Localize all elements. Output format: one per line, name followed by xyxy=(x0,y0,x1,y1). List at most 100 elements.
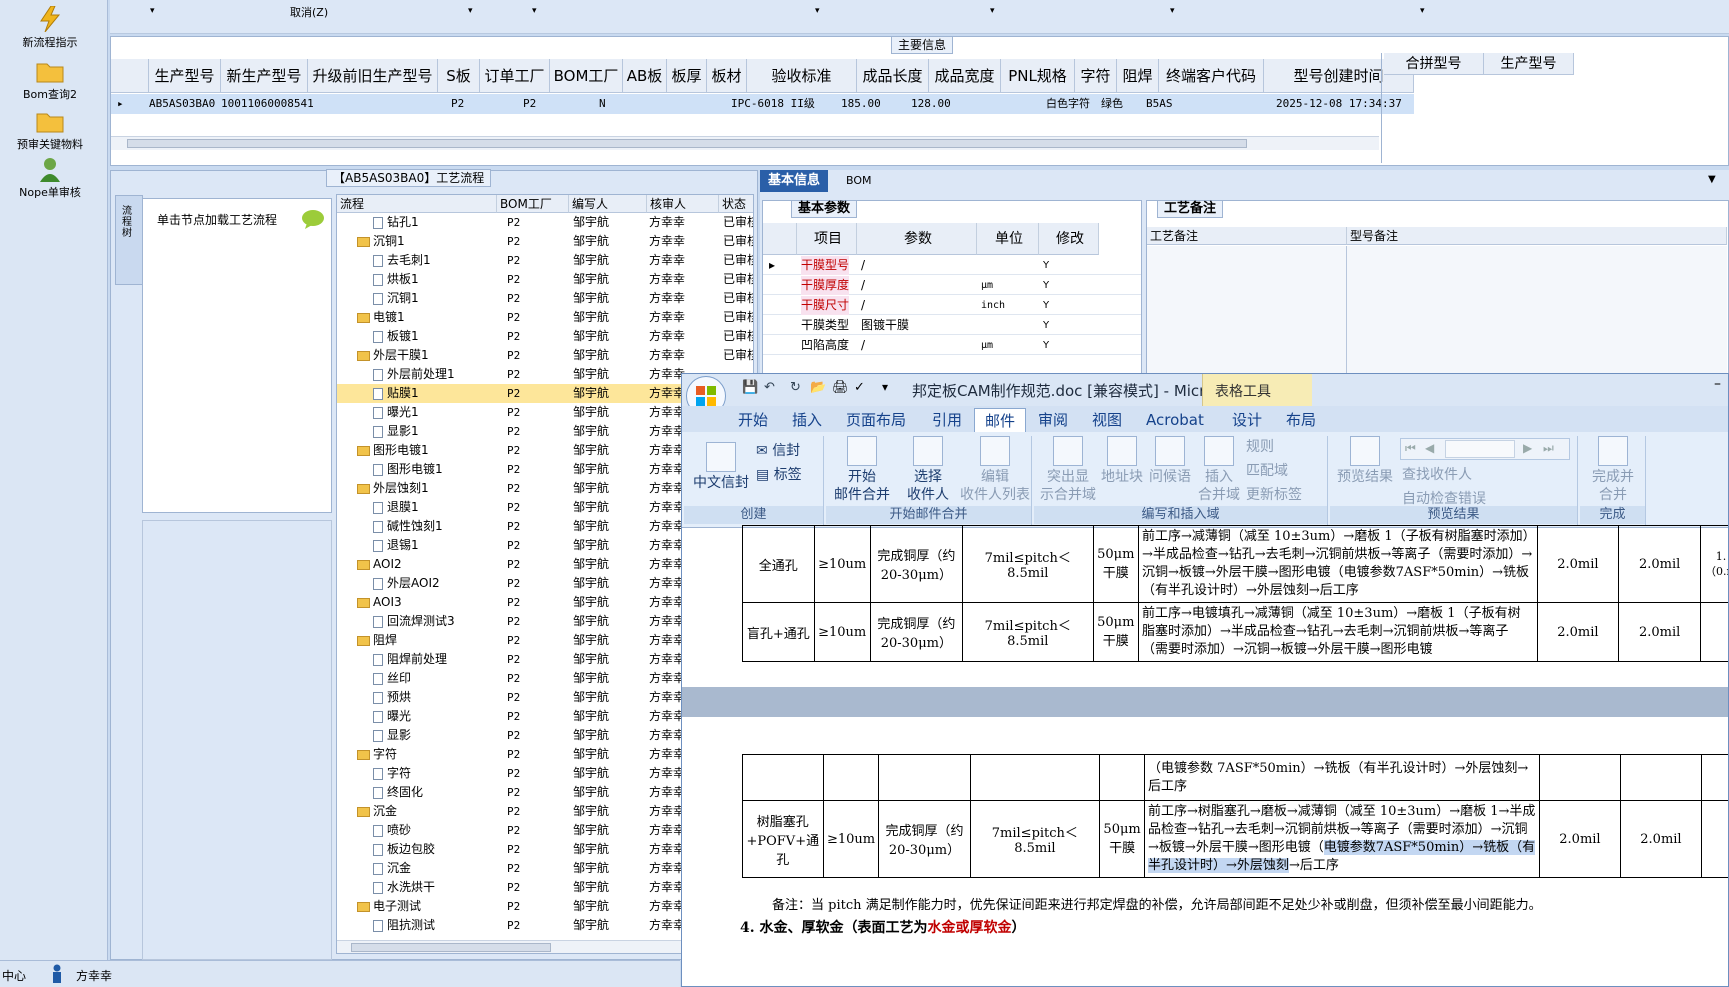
cell-mod[interactable]: Y xyxy=(1043,256,1049,275)
column-header[interactable]: 状态 xyxy=(719,195,753,213)
tree-node-label[interactable]: 图形电镀1 xyxy=(357,441,429,460)
next-record-icon[interactable]: ▶ xyxy=(1523,441,1532,455)
cell-order-factory[interactable]: P2 xyxy=(523,94,536,114)
tab-bom[interactable]: BOM xyxy=(838,170,880,192)
cell-mod[interactable]: Y xyxy=(1043,296,1049,315)
find-recipient-button[interactable]: 查找收件人 xyxy=(1402,466,1472,484)
column-header[interactable]: AB板 xyxy=(623,59,667,93)
tree-node-label[interactable]: 字符 xyxy=(373,764,411,783)
tab-view[interactable]: 视图 xyxy=(1082,408,1132,432)
column-header[interactable]: 合拼型号 xyxy=(1384,53,1484,75)
update-labels-button[interactable]: 更新标签 xyxy=(1246,486,1302,504)
tree-row[interactable]: 电镀1 P2 邹宇航 方幸幸 已审核 xyxy=(337,308,753,327)
doc-heading[interactable]: 4. 水金、厚软金（表面工艺为水金或厚软金） xyxy=(740,917,1690,937)
tree-node-label[interactable]: 显影 xyxy=(373,726,411,745)
chevron-down-icon[interactable]: ▾ xyxy=(1420,6,1425,16)
cell-create-time[interactable]: 2025-12-08 17:34:37 xyxy=(1276,94,1402,114)
table-cell[interactable]: 2.0mil xyxy=(1536,602,1620,662)
tab-basic-info[interactable]: 基本信息 xyxy=(760,170,829,192)
table-cell[interactable]: 2.0mil xyxy=(1619,800,1702,878)
chinese-envelope-button[interactable]: 中文信封 xyxy=(688,442,754,492)
address-block-button[interactable]: 地址块 xyxy=(1098,436,1146,486)
tree-node-label[interactable]: 退膜1 xyxy=(373,498,419,517)
cell-customer-code[interactable]: B5AS xyxy=(1146,94,1173,114)
redo-icon[interactable]: ↻ xyxy=(790,380,801,395)
highlight-fields-button[interactable]: 突出显 示合并域 xyxy=(1038,436,1098,504)
column-header[interactable]: 终端客户代码 xyxy=(1159,59,1264,93)
edit-recipient-list-button[interactable]: 编辑 收件人列表 xyxy=(960,436,1030,504)
tab-references[interactable]: 引用 xyxy=(922,408,972,432)
chevron-down-icon[interactable]: ▾ xyxy=(990,6,995,16)
table-cell[interactable]: 2.0mil xyxy=(1538,800,1621,878)
cell-s-board[interactable]: P2 xyxy=(451,94,464,114)
preview-results-button[interactable]: 预览结果 xyxy=(1334,436,1396,486)
tree-node-label[interactable]: 沉金 xyxy=(357,802,397,821)
tree-node-label[interactable]: 电子测试 xyxy=(357,897,421,916)
table-cell[interactable]: ≥10um xyxy=(813,602,871,662)
record-number-input[interactable] xyxy=(1445,440,1515,458)
undo-icon[interactable]: ↶ xyxy=(764,380,775,395)
save-icon[interactable]: 💾 xyxy=(742,380,758,395)
tree-node-label[interactable]: 钻孔1 xyxy=(373,213,419,232)
chevron-down-icon[interactable]: ▾ xyxy=(815,6,820,16)
cell-item[interactable]: 干膜类型 xyxy=(801,316,849,335)
column-header[interactable]: 新生产型号 xyxy=(221,59,308,93)
model-remark-text[interactable] xyxy=(1347,246,1727,381)
last-record-icon[interactable]: ⏭ xyxy=(1543,441,1554,456)
table-cell[interactable]: 2.0mil xyxy=(1618,602,1702,662)
doc-table-2[interactable]: （电镀参数 7ASF*50min）→铣板（有半孔设计时）→外层蚀刻→后工序 树脂… xyxy=(742,754,1728,878)
column-header[interactable]: 板厚 xyxy=(667,59,707,93)
cell-width[interactable]: 128.00 xyxy=(911,94,951,114)
table-cell[interactable]: 盲孔+通孔 xyxy=(742,602,815,662)
nav-item-prereview[interactable]: 预审关键物料 xyxy=(0,108,100,152)
column-header[interactable]: 项目 xyxy=(797,223,857,255)
tree-node-label[interactable]: 水洗烘干 xyxy=(373,878,435,897)
table-cell[interactable]: 7mil≤pitch＜8.5mil xyxy=(961,525,1094,603)
table-cell[interactable]: 50μm 干膜 xyxy=(1092,602,1139,662)
tab-insert[interactable]: 插入 xyxy=(782,408,832,432)
tree-node-label[interactable]: 外层干膜1 xyxy=(357,346,429,365)
cell-item[interactable]: 干膜厚度 xyxy=(801,276,850,295)
select-recipients-button[interactable]: 选择 收件人 xyxy=(896,436,960,504)
tree-node-label[interactable]: 曝光1 xyxy=(373,403,419,422)
tree-node-label[interactable]: 碱性蚀刻1 xyxy=(373,517,443,536)
labels-button[interactable]: ▤ 标签 xyxy=(756,466,802,484)
tree-node-label[interactable]: 丝印 xyxy=(373,669,411,688)
doc-note[interactable]: 备注：当 pitch 满足制作能力时，优先保证间距来进行邦定焊盘的补偿，允许局部… xyxy=(772,894,1722,913)
table-cell[interactable]: 完成铜厚（约 20-30μm） xyxy=(869,602,963,662)
tab-mailings[interactable]: 邮件 xyxy=(974,408,1027,432)
column-header[interactable]: 工艺备注 xyxy=(1147,227,1347,245)
tree-row[interactable]: 烘板1 P2 邹宇航 方幸幸 已审核 xyxy=(337,270,753,289)
column-header[interactable]: S板 xyxy=(438,59,480,93)
envelopes-button[interactable]: ✉ 信封 xyxy=(756,442,800,460)
cell-unit[interactable]: μm xyxy=(981,276,993,295)
column-header[interactable]: 单位 xyxy=(977,223,1039,255)
column-header[interactable]: 成品长度 xyxy=(857,59,929,93)
customize-qat-icon[interactable]: ▾ xyxy=(882,380,888,394)
tree-node-label[interactable]: 贴膜1 xyxy=(373,384,419,403)
process-remark-text[interactable] xyxy=(1147,246,1347,381)
tree-node-label[interactable]: 显影1 xyxy=(373,422,419,441)
chevron-down-icon[interactable]: ▾ xyxy=(468,6,473,16)
table-cell[interactable]: 树脂塞孔+POFV+通孔 xyxy=(742,800,824,878)
cell-param[interactable]: 图镀干膜 xyxy=(861,316,909,335)
table-cell[interactable]: 2.0mil xyxy=(1618,525,1702,603)
doc-table-1[interactable]: 全通孔 ≥10um 完成铜厚（约 20-30μm） 7mil≤pitch＜8.5… xyxy=(742,525,1728,662)
cancel-menu[interactable]: 取消(Z) xyxy=(290,4,328,20)
table-cell[interactable] xyxy=(1700,602,1728,662)
tree-node-label[interactable]: 退锡1 xyxy=(373,536,419,555)
cell-bom-factory[interactable]: N xyxy=(599,94,606,114)
tree-node-label[interactable]: 外层蚀刻1 xyxy=(357,479,429,498)
tree-node-label[interactable]: 喷砂 xyxy=(373,821,411,840)
chevron-down-icon[interactable]: ▾ xyxy=(1170,6,1175,16)
column-header[interactable]: 生产型号 xyxy=(149,59,221,93)
table-cell[interactable]: 完成铜厚（约 20-30μm） xyxy=(869,525,963,603)
column-header[interactable]: 型号备注 xyxy=(1347,227,1727,245)
tree-row[interactable]: 去毛刺1 P2 邹宇航 方幸幸 已审核 xyxy=(337,251,753,270)
tree-node-label[interactable]: 电镀1 xyxy=(357,308,405,327)
nav-item-nope-review[interactable]: Nope单审核 xyxy=(0,156,100,200)
table-cell[interactable]: 前工序→树脂塞孔→磨板→减薄铜（减至 10±3um）→磨板 1→半成品检查→钻孔… xyxy=(1144,800,1540,878)
tree-node-label[interactable]: 回流焊测试3 xyxy=(373,612,455,631)
cell-length[interactable]: 185.00 xyxy=(841,94,881,114)
tree-row[interactable]: 沉铜1 P2 邹宇航 方幸幸 已审核 xyxy=(337,289,753,308)
